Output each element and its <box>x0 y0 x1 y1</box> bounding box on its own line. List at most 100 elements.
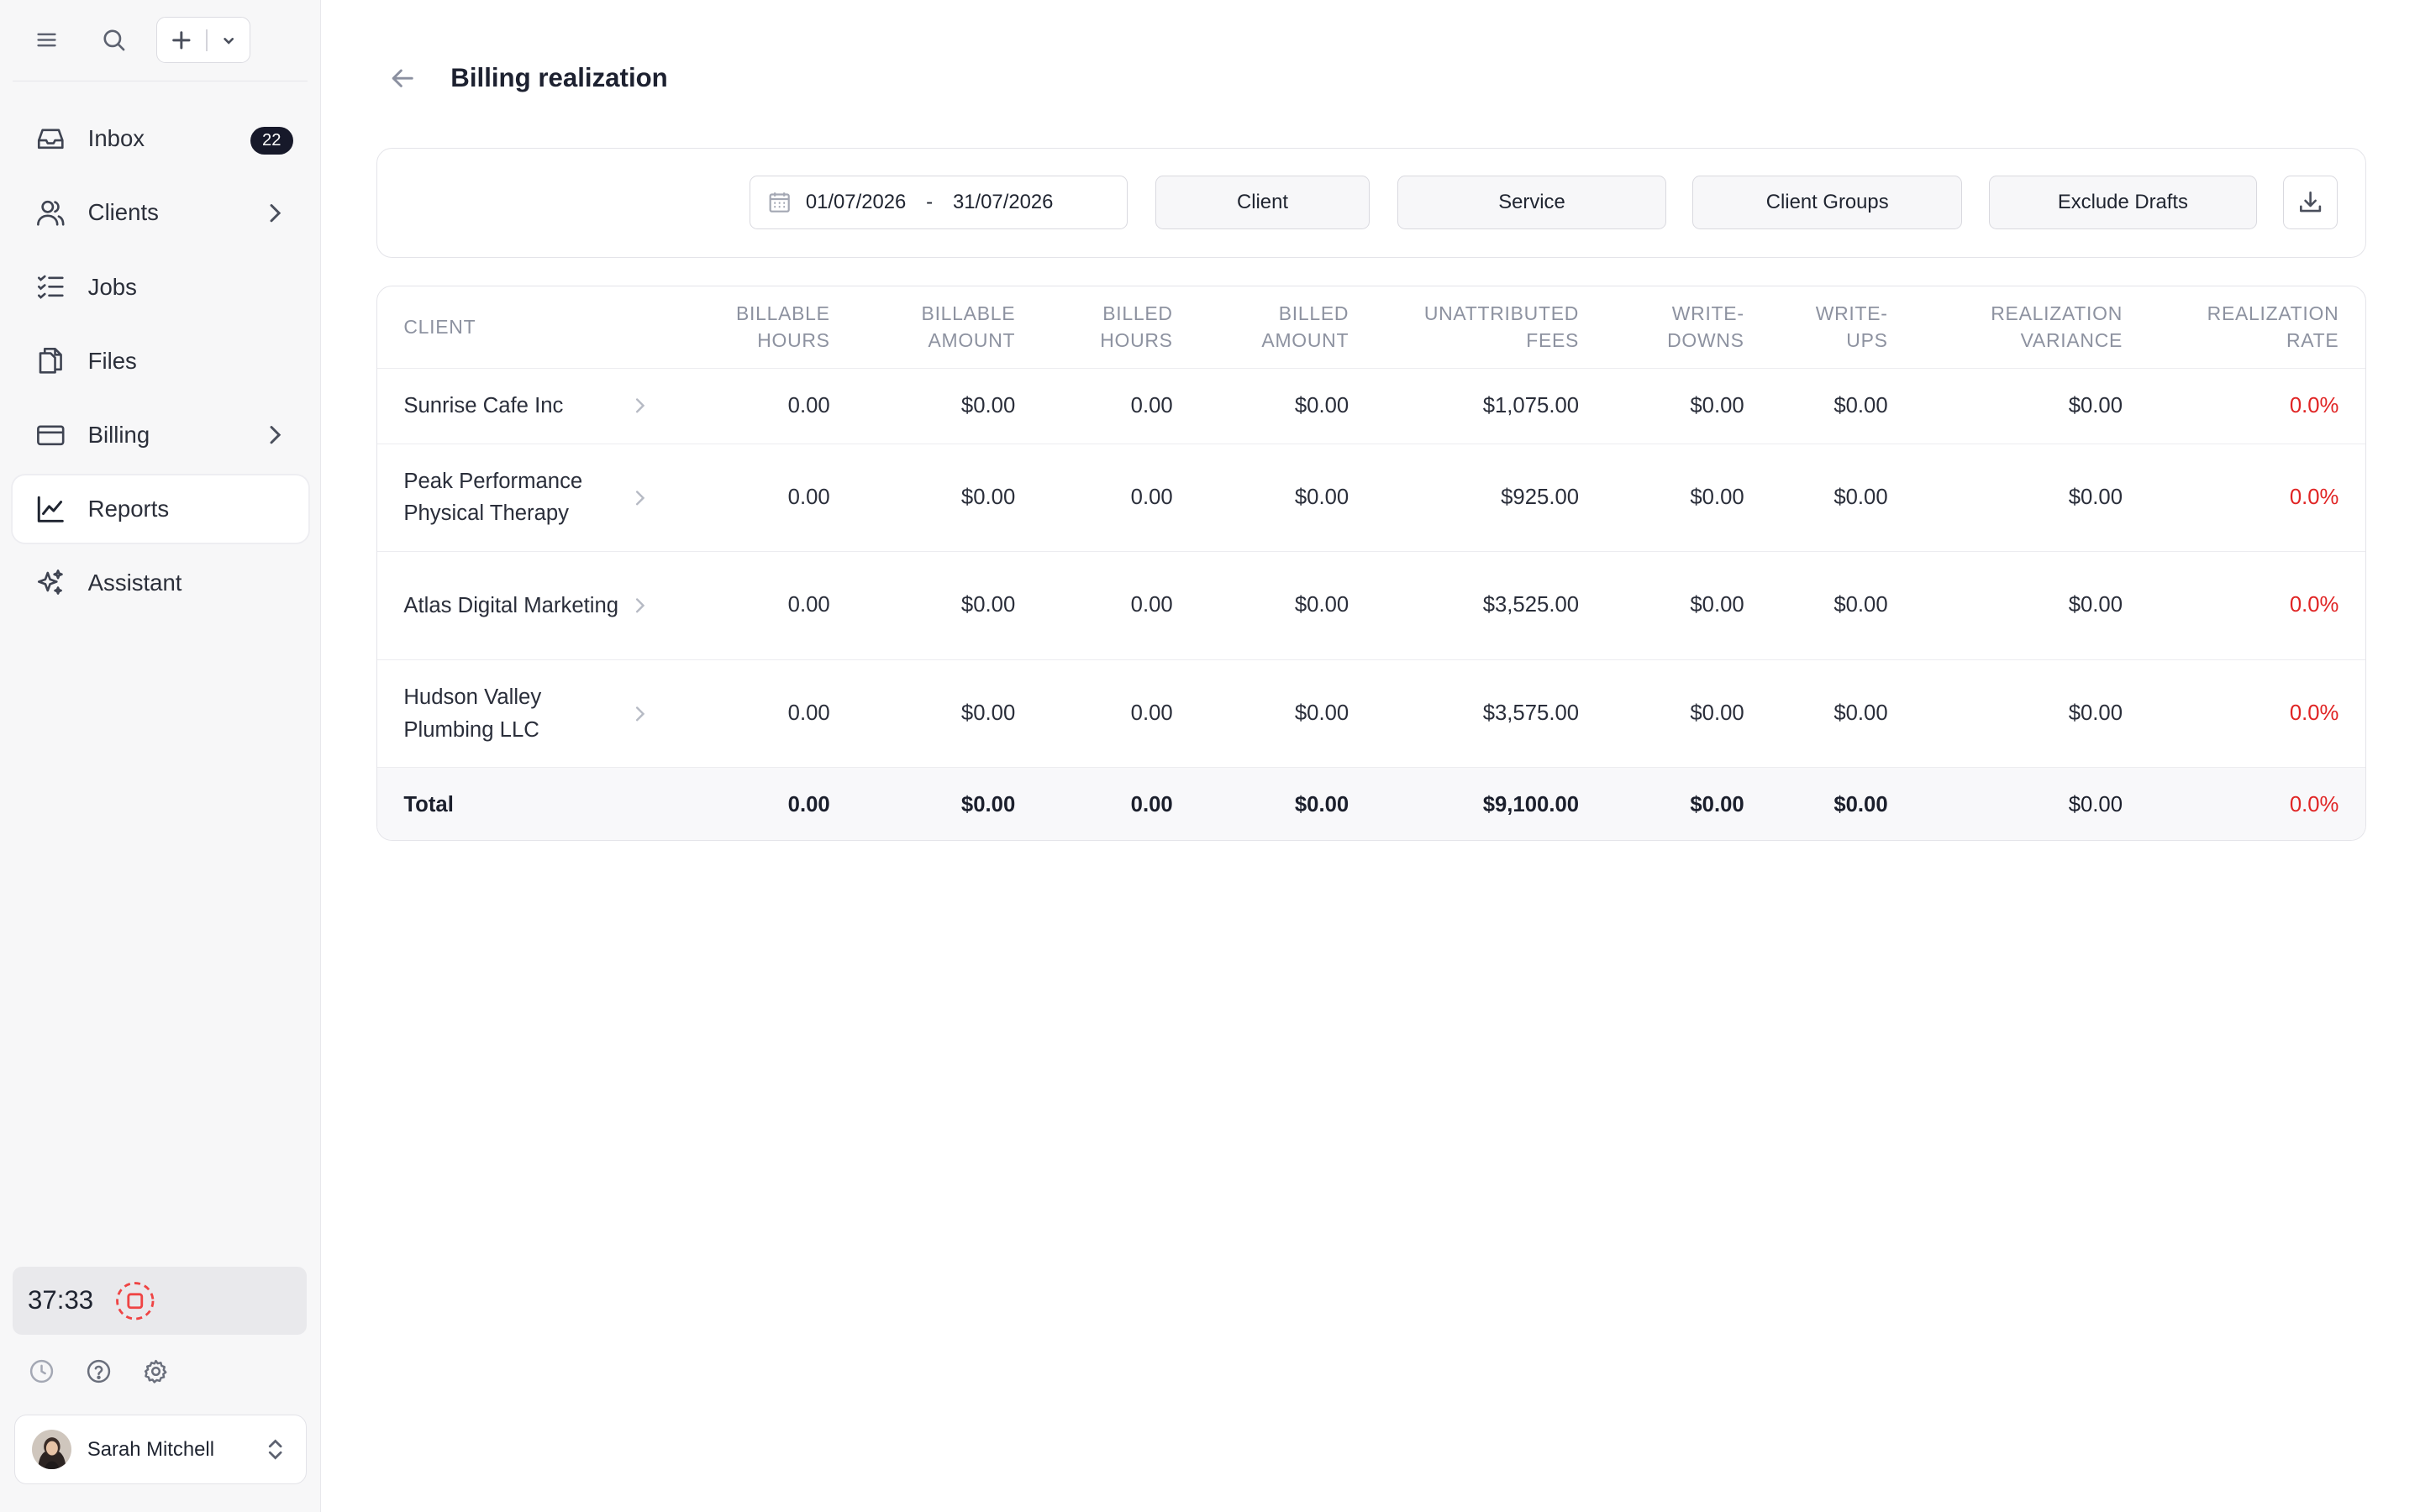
create-split-button <box>155 17 250 64</box>
search-icon[interactable] <box>92 18 135 61</box>
client-cell: Peak Performance Physical Therapy <box>377 444 679 553</box>
column-header-label: Rate <box>2286 329 2339 352</box>
realization-variance-cell: $0.00 <box>1913 659 2149 769</box>
timer-display: 37:33 <box>28 1285 94 1315</box>
clock-icon[interactable] <box>28 1357 55 1385</box>
total-realization-rate: 0.0% <box>2149 767 2365 840</box>
table-total-row: Total 0.00 $0.00 0.00 $0.00 $9,100.00 $0… <box>377 767 2365 840</box>
client-name: Hudson Valley Plumbing LLC <box>403 685 542 742</box>
billable-hours-cell: 0.00 <box>678 368 856 444</box>
total-realization-variance: $0.00 <box>1913 767 2149 840</box>
column-header-realization-rate[interactable]: Realization Rate <box>2149 286 2365 369</box>
column-header-label: Hours <box>757 329 830 352</box>
unattributed-fees-cell: $3,525.00 <box>1375 551 1606 660</box>
sidebar-item-billing[interactable]: Billing <box>13 402 309 470</box>
billed-amount-cell: $0.00 <box>1198 368 1376 444</box>
menu-icon[interactable] <box>24 18 67 61</box>
sidebar-item-label: Reports <box>87 496 170 522</box>
stop-timer-icon[interactable] <box>114 1280 156 1322</box>
column-header-client[interactable]: Client <box>377 286 679 369</box>
page-title: Billing realization <box>450 63 668 93</box>
sidebar-item-label: Assistant <box>87 570 182 596</box>
column-header-label: Billable <box>735 302 830 325</box>
user-menu[interactable]: Sarah Mitchell <box>13 1415 308 1484</box>
realization-rate-cell: 0.0% <box>2149 659 2365 769</box>
table-row[interactable]: Atlas Digital Marketing 0.00 $0.00 0.00 … <box>377 551 2365 660</box>
exclude-drafts-button[interactable]: Exclude Drafts <box>1988 175 2258 229</box>
add-button[interactable] <box>157 18 207 62</box>
column-header-label: Hours <box>1100 329 1173 352</box>
unattributed-fees-cell: $3,575.00 <box>1375 659 1606 769</box>
client-cell: Sunrise Cafe Inc <box>377 368 679 444</box>
sidebar: Inbox 22 Clients Jobs Files Billing Repo… <box>0 0 322 1512</box>
chevron-right-icon <box>635 490 644 505</box>
sidebar-item-assistant[interactable]: Assistant <box>13 549 309 617</box>
column-header-write-downs[interactable]: Write- Downs <box>1605 286 1770 369</box>
write-ups-cell: $0.00 <box>1770 368 1914 444</box>
sidebar-item-label: Billing <box>87 421 150 448</box>
sidebar-topbar <box>0 0 321 81</box>
column-header-label: Variance <box>2020 329 2123 352</box>
client-cell: Atlas Digital Marketing <box>377 551 679 660</box>
sidebar-item-files[interactable]: Files <box>13 327 309 395</box>
column-header-label: Client <box>403 316 476 339</box>
total-unattributed-fees: $9,100.00 <box>1375 767 1606 840</box>
sparkles-icon <box>34 566 67 600</box>
column-header-label: Unattributed <box>1423 302 1580 325</box>
client-groups-filter-button[interactable]: Client Groups <box>1692 175 1963 229</box>
back-arrow-icon[interactable] <box>386 61 419 95</box>
column-header-label: Write- <box>1671 302 1744 325</box>
billable-hours-cell: 0.00 <box>678 659 856 769</box>
client-name: Sunrise Cafe Inc <box>403 393 564 417</box>
column-header-label: Ups <box>1846 329 1888 352</box>
chevron-down-icon <box>223 37 234 45</box>
column-header-write-ups[interactable]: Write- Ups <box>1770 286 1914 369</box>
total-label: Total <box>377 767 679 840</box>
column-header-label: Amount <box>928 329 1016 352</box>
column-header-billable-hours[interactable]: Billable Hours <box>678 286 856 369</box>
column-header-unattributed-fees[interactable]: Unattributed Fees <box>1375 286 1606 369</box>
chevron-right-icon <box>270 203 281 223</box>
total-write-downs: $0.00 <box>1605 767 1770 840</box>
client-name: Atlas Digital Marketing <box>403 593 619 617</box>
billed-amount-cell: $0.00 <box>1198 551 1376 660</box>
chart-line-icon <box>34 492 67 526</box>
credit-card-icon <box>34 418 67 452</box>
column-header-billed-hours[interactable]: Billed Hours <box>1041 286 1199 369</box>
total-billable-hours: 0.00 <box>678 767 856 840</box>
date-range-picker[interactable]: 01/07/2026 - 31/07/2026 <box>749 175 1128 229</box>
sidebar-utilities <box>28 1357 170 1385</box>
column-header-billed-amount[interactable]: Billed Amount <box>1198 286 1376 369</box>
sidebar-item-inbox[interactable]: Inbox 22 <box>13 105 309 173</box>
column-header-label: Realization <box>2207 302 2339 325</box>
chevron-up-down-icon <box>268 1439 282 1460</box>
sidebar-item-jobs[interactable]: Jobs <box>13 253 309 321</box>
main-content: Billing realization 01/07/2026 - 31/07/2… <box>323 0 2420 1512</box>
service-filter-button[interactable]: Service <box>1397 175 1666 229</box>
sidebar-item-clients[interactable]: Clients <box>13 179 309 247</box>
billed-amount-cell: $0.00 <box>1198 444 1376 553</box>
billable-hours-cell: 0.00 <box>678 444 856 553</box>
column-header-label: Amount <box>1261 329 1349 352</box>
gear-icon[interactable] <box>142 1357 170 1385</box>
avatar <box>31 1429 72 1470</box>
column-header-realization-variance[interactable]: Realization Variance <box>1913 286 2149 369</box>
filter-bar: 01/07/2026 - 31/07/2026 Client Service C… <box>376 148 2366 258</box>
total-billed-amount: $0.00 <box>1198 767 1376 840</box>
help-icon[interactable] <box>85 1357 113 1385</box>
download-button[interactable] <box>2283 175 2338 229</box>
column-header-label: Write- <box>1815 302 1888 325</box>
client-filter-button[interactable]: Client <box>1155 175 1370 229</box>
write-ups-cell: $0.00 <box>1770 659 1914 769</box>
billable-amount-cell: $0.00 <box>855 444 1042 553</box>
unattributed-fees-cell: $1,075.00 <box>1375 368 1606 444</box>
table-row[interactable]: Sunrise Cafe Inc 0.00 $0.00 0.00 $0.00 $… <box>377 368 2365 444</box>
checklist-icon <box>34 270 67 303</box>
table-row[interactable]: Peak Performance Physical Therapy 0.00 $… <box>377 444 2365 553</box>
sidebar-item-reports[interactable]: Reports <box>12 475 309 543</box>
add-dropdown-button[interactable] <box>208 18 250 62</box>
column-header-billable-amount[interactable]: Billable Amount <box>855 286 1042 369</box>
table-row[interactable]: Hudson Valley Plumbing LLC 0.00 $0.00 0.… <box>377 659 2365 769</box>
sidebar-divider <box>12 80 308 82</box>
sidebar-item-label: Clients <box>87 199 159 226</box>
